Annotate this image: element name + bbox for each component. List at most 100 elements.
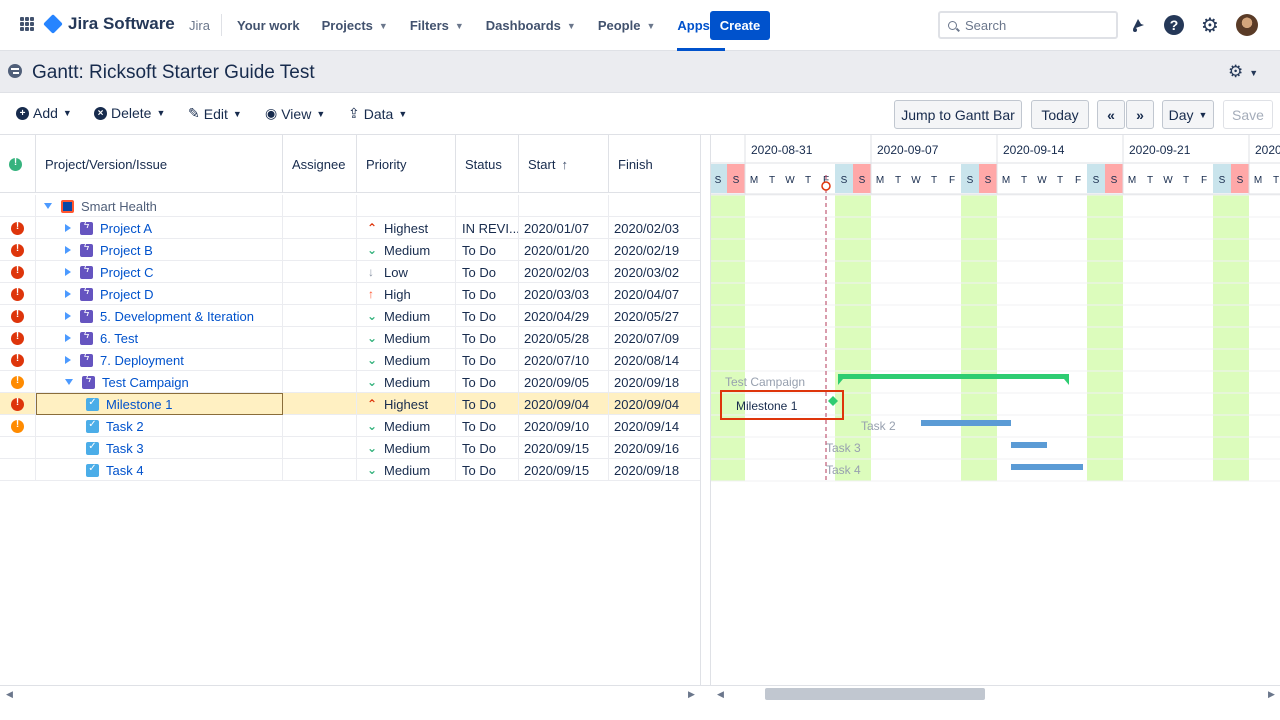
column-header-assignee[interactable]: Assignee: [283, 135, 357, 193]
product-label[interactable]: Jira: [189, 18, 210, 33]
table-row[interactable]: Milestone 1⌃HighestTo Do2020/09/042020/0…: [0, 393, 700, 415]
table-row[interactable]: 5. Development & Iteration⌄MediumTo Do20…: [0, 305, 700, 327]
status-cell[interactable]: To Do: [456, 261, 519, 283]
expand-arrow-icon[interactable]: [65, 290, 71, 298]
issue-name-cell[interactable]: Project A: [36, 217, 283, 239]
create-button[interactable]: Create: [710, 11, 770, 40]
help-icon[interactable]: ?: [1163, 14, 1185, 36]
priority-cell[interactable]: ⌄ Medium: [357, 239, 456, 261]
priority-cell[interactable]: ⌄ Medium: [357, 437, 456, 459]
priority-cell[interactable]: ⌃ Highest: [357, 217, 456, 239]
settings-icon[interactable]: ⚙: [1199, 14, 1221, 37]
issue-name[interactable]: Project C: [100, 265, 153, 280]
assignee-cell[interactable]: [283, 239, 357, 261]
scroll-right-arrow-icon[interactable]: ▶: [1268, 689, 1275, 700]
start-date-cell[interactable]: 2020/01/07: [519, 217, 609, 239]
delete-menu-button[interactable]: × Delete ▼: [94, 105, 165, 121]
expand-arrow-icon[interactable]: [65, 268, 71, 276]
status-cell[interactable]: To Do: [456, 283, 519, 305]
column-header-finish[interactable]: Finish: [609, 135, 700, 193]
horizontal-scrollbar[interactable]: ◀ ▶ ◀ ▶: [0, 685, 1280, 703]
finish-date-cell[interactable]: 2020/09/18: [609, 371, 700, 393]
start-date-cell[interactable]: 2020/02/03: [519, 261, 609, 283]
start-date-cell[interactable]: 2020/09/05: [519, 371, 609, 393]
assignee-cell[interactable]: [283, 327, 357, 349]
start-date-cell[interactable]: 2020/09/10: [519, 415, 609, 437]
priority-cell[interactable]: ⌃ Highest: [357, 393, 456, 415]
table-row[interactable]: Task 3 ⌄ Medium To Do2020/09/152020/09/16: [0, 437, 700, 459]
issue-name[interactable]: Project D: [100, 287, 153, 302]
edit-menu-button[interactable]: ✎ Edit ▼: [188, 105, 242, 122]
time-scale-select[interactable]: Day ▼: [1162, 100, 1214, 129]
status-cell[interactable]: To Do: [456, 371, 519, 393]
expand-arrow-icon[interactable]: [65, 224, 71, 232]
finish-date-cell[interactable]: [609, 195, 700, 217]
issue-name-cell[interactable]: Milestone 1: [36, 393, 283, 415]
user-avatar[interactable]: [1236, 14, 1258, 36]
assignee-cell[interactable]: [283, 217, 357, 239]
finish-date-cell[interactable]: 2020/07/09: [609, 327, 700, 349]
table-row[interactable]: Task 2 ⌄ Medium To Do2020/09/102020/09/14: [0, 415, 700, 437]
issue-name[interactable]: Task 2: [106, 419, 144, 434]
issue-name[interactable]: Project B: [100, 243, 153, 258]
status-cell[interactable]: [456, 195, 519, 217]
scroll-prev-button[interactable]: «: [1097, 100, 1125, 129]
collapse-arrow-icon[interactable]: [44, 203, 52, 209]
task-bar[interactable]: [921, 420, 1011, 426]
issue-name-cell[interactable]: 7. Deployment: [36, 349, 283, 371]
table-row[interactable]: 7. Deployment ⌄ Medium To Do2020/07/102020/…: [0, 349, 700, 371]
table-row[interactable]: Smart Health: [0, 195, 700, 217]
expand-arrow-icon[interactable]: [65, 246, 71, 254]
finish-date-cell[interactable]: 2020/05/27: [609, 305, 700, 327]
start-date-cell[interactable]: 2020/03/03: [519, 283, 609, 305]
start-date-cell[interactable]: 2020/09/15: [519, 437, 609, 459]
issue-name[interactable]: Test Campaign: [102, 375, 189, 390]
nav-item-people[interactable]: People ▼: [598, 0, 656, 51]
task-bar[interactable]: [1011, 464, 1083, 470]
scroll-next-button[interactable]: »: [1126, 100, 1154, 129]
save-button[interactable]: Save: [1223, 100, 1273, 129]
table-row[interactable]: Project C ↓ Low To Do2020/02/032020/03/02: [0, 261, 700, 283]
nav-item-projects[interactable]: Projects ▼: [322, 0, 388, 51]
finish-date-cell[interactable]: 2020/02/19: [609, 239, 700, 261]
status-cell[interactable]: To Do: [456, 327, 519, 349]
assignee-cell[interactable]: [283, 393, 357, 415]
priority-cell[interactable]: ⌄ Medium: [357, 459, 456, 481]
issue-name[interactable]: Milestone 1: [106, 397, 172, 412]
status-cell[interactable]: To Do: [456, 415, 519, 437]
priority-cell[interactable]: ⌄ Medium: [357, 349, 456, 371]
nav-item-dashboards[interactable]: Dashboards ▼: [486, 0, 576, 51]
table-row[interactable]: Task 4 ⌄ Medium To Do2020/09/152020/09/18: [0, 459, 700, 481]
scrollbar-thumb[interactable]: [765, 688, 985, 700]
start-date-cell[interactable]: [519, 195, 609, 217]
collapse-arrow-icon[interactable]: [65, 379, 73, 385]
jump-to-gantt-bar-button[interactable]: Jump to Gantt Bar: [894, 100, 1022, 129]
start-date-cell[interactable]: 2020/07/10: [519, 349, 609, 371]
status-cell[interactable]: To Do: [456, 349, 519, 371]
assignee-cell[interactable]: [283, 349, 357, 371]
priority-cell[interactable]: [357, 195, 456, 217]
start-date-cell[interactable]: 2020/05/28: [519, 327, 609, 349]
issue-name-cell[interactable]: Task 3: [36, 437, 283, 459]
column-header-status[interactable]: Status: [456, 135, 519, 193]
data-menu-button[interactable]: ⇪ Data ▼: [348, 105, 407, 122]
issue-name[interactable]: Task 3: [106, 441, 144, 456]
finish-date-cell[interactable]: 2020/03/02: [609, 261, 700, 283]
panel-splitter[interactable]: [700, 135, 711, 685]
scroll-left-arrow-icon[interactable]: ◀: [6, 689, 13, 700]
assignee-cell[interactable]: [283, 437, 357, 459]
column-header-project[interactable]: Project/Version/Issue: [36, 135, 283, 193]
jira-logo[interactable]: Jira Software: [43, 14, 175, 34]
notification-icon[interactable]: [1127, 14, 1149, 36]
finish-date-cell[interactable]: 2020/09/18: [609, 459, 700, 481]
app-switcher-icon[interactable]: [20, 17, 34, 31]
finish-date-cell[interactable]: 2020/09/04: [609, 393, 700, 415]
view-menu-button[interactable]: ◉ View ▼: [265, 105, 325, 122]
expand-arrow-icon[interactable]: [65, 312, 71, 320]
issue-name-cell[interactable]: Test Campaign: [36, 371, 283, 393]
issue-name-cell[interactable]: Task 2: [36, 415, 283, 437]
nav-item-your-work[interactable]: Your work: [237, 0, 300, 51]
issue-name[interactable]: Task 4: [106, 463, 144, 478]
status-cell[interactable]: To Do: [456, 305, 519, 327]
assignee-cell[interactable]: [283, 195, 357, 217]
